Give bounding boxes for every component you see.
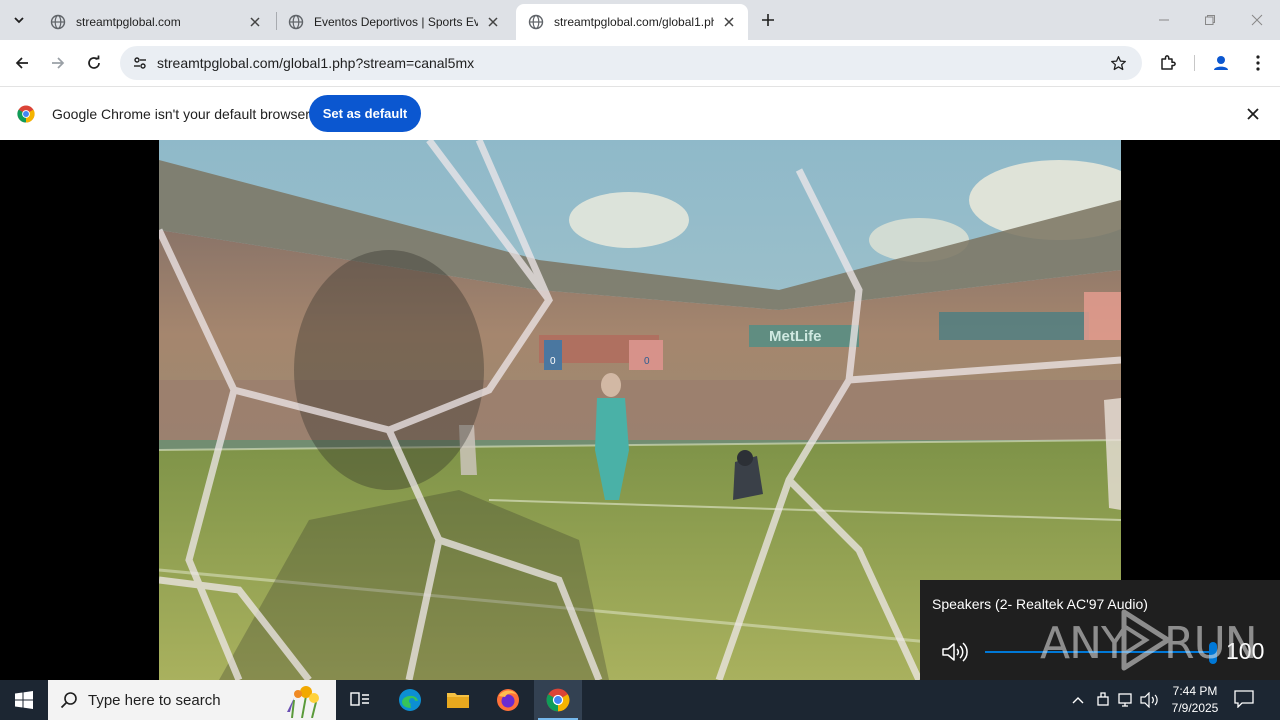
- extensions-button[interactable]: [1154, 49, 1182, 77]
- restore-icon: [1205, 15, 1215, 25]
- arrow-right-icon: [52, 57, 65, 69]
- system-clock[interactable]: 7:44 PM 7/9/2025: [1163, 683, 1227, 717]
- reload-button[interactable]: [80, 49, 108, 77]
- search-placeholder: Type here to search: [88, 692, 221, 709]
- arrow-left-icon: [15, 57, 28, 69]
- menu-button[interactable]: [1244, 49, 1272, 77]
- forward-button[interactable]: [44, 49, 72, 77]
- windows-icon: [15, 691, 33, 709]
- action-center-button[interactable]: [1234, 690, 1258, 710]
- tab-global1-active[interactable]: streamtpglobal.com/global1.ph: [516, 4, 748, 40]
- default-browser-infobar: Google Chrome isn't your default browser…: [0, 86, 1280, 140]
- flowers-icon: [287, 686, 319, 718]
- search-icon: [60, 692, 77, 709]
- new-tab-button[interactable]: [756, 8, 780, 32]
- chrome-taskbar-button[interactable]: [534, 680, 582, 720]
- task-view-icon: [350, 692, 369, 706]
- firefox-taskbar-button[interactable]: [484, 680, 532, 720]
- start-button[interactable]: [0, 680, 48, 720]
- watermark-text-left: ANY: [1040, 618, 1128, 669]
- speaker-icon: [1140, 692, 1158, 708]
- close-icon[interactable]: [246, 13, 264, 31]
- clock-date: 7/9/2025: [1171, 701, 1219, 715]
- puzzle-icon: [1161, 55, 1176, 70]
- taskbar-search[interactable]: Type here to search: [48, 680, 336, 720]
- close-icon[interactable]: [484, 13, 502, 31]
- url-text[interactable]: streamtpglobal.com/global1.php?stream=ca…: [157, 55, 474, 71]
- task-view-button[interactable]: [336, 680, 384, 720]
- tray-device-icon[interactable]: [1093, 690, 1113, 710]
- close-icon[interactable]: [720, 13, 738, 31]
- screen: streamtpglobal.com Eventos Deportivos | …: [0, 0, 1280, 720]
- tab-eventos-deportivos[interactable]: Eventos Deportivos | Sports Eve: [276, 4, 512, 40]
- site-info-button[interactable]: [126, 49, 154, 77]
- close-window-button[interactable]: [1234, 0, 1280, 40]
- taskbar: Type here to search 7:44 PM 7/9/2025: [0, 680, 1280, 720]
- infobar-message: Google Chrome isn't your default browser: [52, 106, 310, 122]
- anyrun-watermark: ANY RUN: [1040, 606, 1258, 672]
- chrome-icon: [546, 688, 570, 712]
- star-icon: [1110, 55, 1126, 70]
- address-bar[interactable]: streamtpglobal.com/global1.php?stream=ca…: [120, 46, 1142, 80]
- infobar-close-button[interactable]: [1244, 105, 1262, 123]
- scoreboard-left: 0: [550, 356, 556, 367]
- edge-taskbar-button[interactable]: [386, 680, 434, 720]
- chevron-up-icon: [1072, 697, 1084, 704]
- minimize-icon: [1159, 19, 1169, 21]
- more-vert-icon: [1256, 55, 1260, 71]
- browser-toolbar: streamtpglobal.com/global1.php?stream=ca…: [0, 40, 1280, 86]
- firefox-icon: [497, 689, 519, 711]
- close-icon: [1247, 108, 1259, 120]
- globe-icon: [50, 14, 66, 30]
- restore-button[interactable]: [1187, 0, 1233, 40]
- folder-icon: [447, 693, 469, 708]
- network-icon: [1118, 693, 1132, 707]
- tab-search-button[interactable]: [6, 8, 32, 32]
- close-icon: [1251, 14, 1263, 26]
- file-explorer-button[interactable]: [434, 680, 482, 720]
- tray-volume-icon[interactable]: [1140, 690, 1160, 710]
- notification-icon: [1234, 690, 1254, 709]
- edge-icon: [399, 689, 421, 711]
- tab-title: streamtpglobal.com/global1.ph: [554, 15, 714, 29]
- tune-icon: [134, 57, 146, 69]
- bookmark-button[interactable]: [1106, 51, 1130, 75]
- clock-time: 7:44 PM: [1172, 684, 1218, 698]
- chevron-down-icon: [14, 17, 24, 24]
- watermark-text-right: RUN: [1164, 618, 1258, 669]
- usb-device-icon: [1097, 692, 1109, 706]
- avatar-icon: [1214, 56, 1228, 70]
- tray-network-icon[interactable]: [1117, 690, 1137, 710]
- reload-icon: [88, 55, 100, 69]
- tab-title: streamtpglobal.com: [76, 15, 181, 29]
- tab-strip: streamtpglobal.com Eventos Deportivos | …: [0, 0, 1280, 40]
- globe-icon: [288, 14, 304, 30]
- plus-icon: [762, 14, 774, 26]
- toolbar-divider: [1194, 55, 1195, 71]
- chrome-logo-icon: [17, 105, 35, 123]
- tab-title: Eventos Deportivos | Sports Eve: [314, 15, 478, 29]
- back-button[interactable]: [8, 49, 36, 77]
- scoreboard-right: 0: [644, 356, 650, 367]
- minimize-button[interactable]: [1141, 0, 1187, 40]
- stadium-sign: MetLife: [769, 328, 822, 345]
- speaker-icon[interactable]: [940, 640, 968, 664]
- tab-streamtpglobal[interactable]: streamtpglobal.com: [38, 4, 274, 40]
- set-as-default-button[interactable]: Set as default: [309, 95, 421, 132]
- show-hidden-icons-button[interactable]: [1068, 690, 1088, 710]
- profile-button[interactable]: [1207, 49, 1235, 77]
- globe-icon: [528, 14, 544, 30]
